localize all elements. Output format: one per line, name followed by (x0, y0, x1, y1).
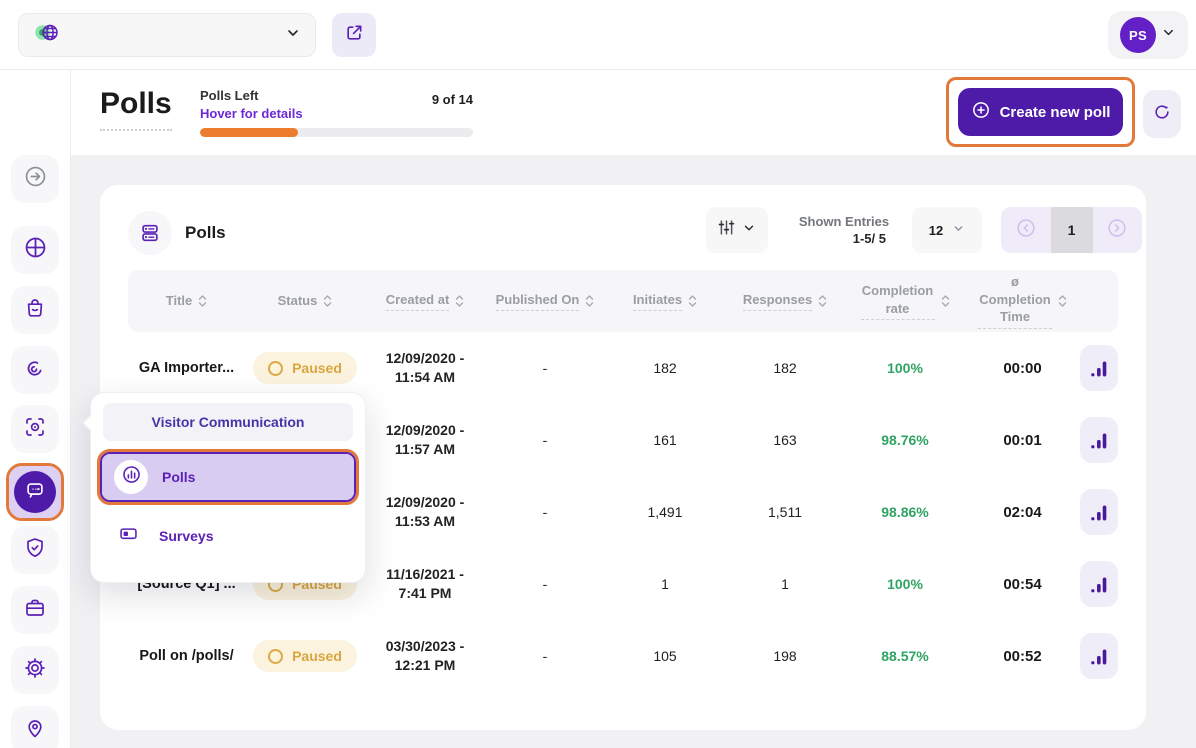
circle-arrow-left-icon (1015, 217, 1037, 244)
bar-chart-icon (1090, 647, 1109, 666)
focus-target-icon (23, 415, 47, 444)
gear-icon (23, 656, 47, 685)
column-header-created-at[interactable]: Created at (365, 291, 485, 312)
hover-for-details-link[interactable]: Hover for details (200, 106, 303, 121)
view-results-button[interactable] (1080, 417, 1118, 463)
globe-status-icon (33, 19, 60, 51)
sort-icon (818, 294, 827, 308)
sidebar (0, 70, 71, 748)
pie-chart-icon (23, 235, 48, 265)
chevron-down-icon (742, 221, 756, 240)
shown-entries: Shown Entries 1-5/ 5 (790, 214, 898, 246)
sidebar-item-visitor-communication[interactable] (6, 463, 64, 521)
status-badge: Paused (253, 640, 357, 672)
sort-icon (1058, 294, 1067, 308)
sort-icon (941, 294, 950, 308)
filter-button[interactable] (706, 207, 768, 253)
sort-icon (455, 294, 464, 308)
popup-item-polls[interactable]: Polls (102, 454, 354, 500)
chevron-down-icon (952, 222, 965, 238)
card-title: Polls (185, 223, 226, 243)
next-page-button[interactable] (1093, 207, 1143, 253)
polls-list-icon (128, 211, 172, 255)
sort-icon (198, 294, 207, 308)
shopping-bag-icon (23, 296, 47, 325)
survey-icon (118, 523, 139, 549)
sidebar-item-funnels[interactable] (11, 346, 59, 394)
create-new-poll-button[interactable]: Create new poll (958, 88, 1123, 136)
view-results-button[interactable] (1080, 633, 1118, 679)
bar-chart-icon (1090, 359, 1109, 378)
briefcase-icon (23, 596, 47, 625)
sidebar-active-highlight (9, 466, 61, 518)
column-header-completion-rate[interactable]: Completion rate (845, 282, 965, 320)
sidebar-item-commerce[interactable] (11, 286, 59, 334)
quota-progress-bar (200, 128, 473, 137)
sidebar-item-location[interactable] (11, 706, 59, 748)
top-bar: PS (0, 0, 1196, 70)
per-page-select[interactable]: 12 (912, 207, 982, 253)
bar-chart-icon (1090, 431, 1109, 450)
view-results-button[interactable] (1080, 345, 1118, 391)
visitor-communication-popup: Visitor Communication Polls (90, 392, 366, 583)
refresh-button[interactable] (1143, 90, 1181, 138)
polls-menu-annotation-box: Polls (97, 449, 359, 505)
sort-icon (323, 294, 332, 308)
prev-page-button[interactable] (1001, 207, 1051, 253)
spiral-icon (23, 356, 47, 385)
popup-beak (83, 415, 100, 432)
sidebar-item-settings[interactable] (11, 646, 59, 694)
polls-quota: Polls Left Hover for details 9 of 14 (200, 88, 473, 137)
table-toolbar: Shown Entries 1-5/ 5 12 1 (706, 207, 1142, 253)
polls-left-label: Polls Left (200, 88, 303, 103)
avatar: PS (1120, 17, 1156, 53)
chevron-down-icon (285, 25, 301, 46)
create-poll-annotation-box: Create new poll (946, 77, 1135, 147)
column-header-initiates[interactable]: Initiates (605, 291, 725, 312)
popup-item-surveys[interactable]: Surveys (99, 513, 357, 559)
status-badge: Paused (253, 352, 357, 384)
sidebar-item-reports[interactable] (11, 226, 59, 274)
column-header-title[interactable]: Title (128, 292, 245, 310)
pagination: 1 (1001, 207, 1142, 253)
view-results-button[interactable] (1080, 561, 1118, 607)
open-in-new-tab-button[interactable] (332, 13, 376, 57)
refresh-icon (1152, 102, 1172, 127)
external-link-icon (344, 23, 364, 48)
sort-icon (688, 294, 697, 308)
plus-circle-icon (971, 100, 991, 124)
bar-chart-icon (1090, 575, 1109, 594)
current-page[interactable]: 1 (1051, 207, 1093, 253)
page-header: Polls Polls Left Hover for details 9 of … (71, 70, 1196, 155)
circle-arrow-right-icon (1106, 217, 1128, 244)
table-header-row: Title Status Created at Published On Ini… (128, 270, 1118, 332)
main-content: Polls Polls Left Hover for details 9 of … (71, 70, 1196, 748)
account-menu[interactable]: PS (1108, 11, 1188, 59)
bar-chart-icon (1090, 503, 1109, 522)
chat-bubble-icon (24, 479, 46, 506)
sort-icon (585, 294, 594, 308)
quota-value: 9 of 14 (432, 92, 473, 107)
column-header-responses[interactable]: Responses (725, 291, 845, 312)
sidebar-item-collapse[interactable] (11, 155, 59, 203)
shield-check-icon (23, 536, 47, 565)
page-title: Polls (100, 87, 172, 131)
workspace-selector[interactable] (18, 13, 316, 57)
table-row: Poll on /polls/ Paused 03/30/2023 -12:21… (128, 620, 1118, 692)
sidebar-item-workspace[interactable] (11, 586, 59, 634)
quota-progress-fill (200, 128, 298, 137)
sliders-icon (718, 219, 735, 241)
collapse-arrow-icon (23, 164, 48, 194)
chevron-down-icon (1161, 25, 1176, 45)
view-results-button[interactable] (1080, 489, 1118, 535)
location-pin-icon (23, 716, 47, 745)
column-header-status[interactable]: Status (245, 292, 365, 310)
popup-header: Visitor Communication (103, 403, 353, 441)
poll-icon (121, 464, 142, 490)
sidebar-item-support[interactable] (11, 526, 59, 574)
sidebar-item-tracking[interactable] (11, 405, 59, 453)
column-header-published-on[interactable]: Published On (485, 291, 605, 312)
column-header-completion-time[interactable]: ø Completion Time (965, 273, 1080, 329)
